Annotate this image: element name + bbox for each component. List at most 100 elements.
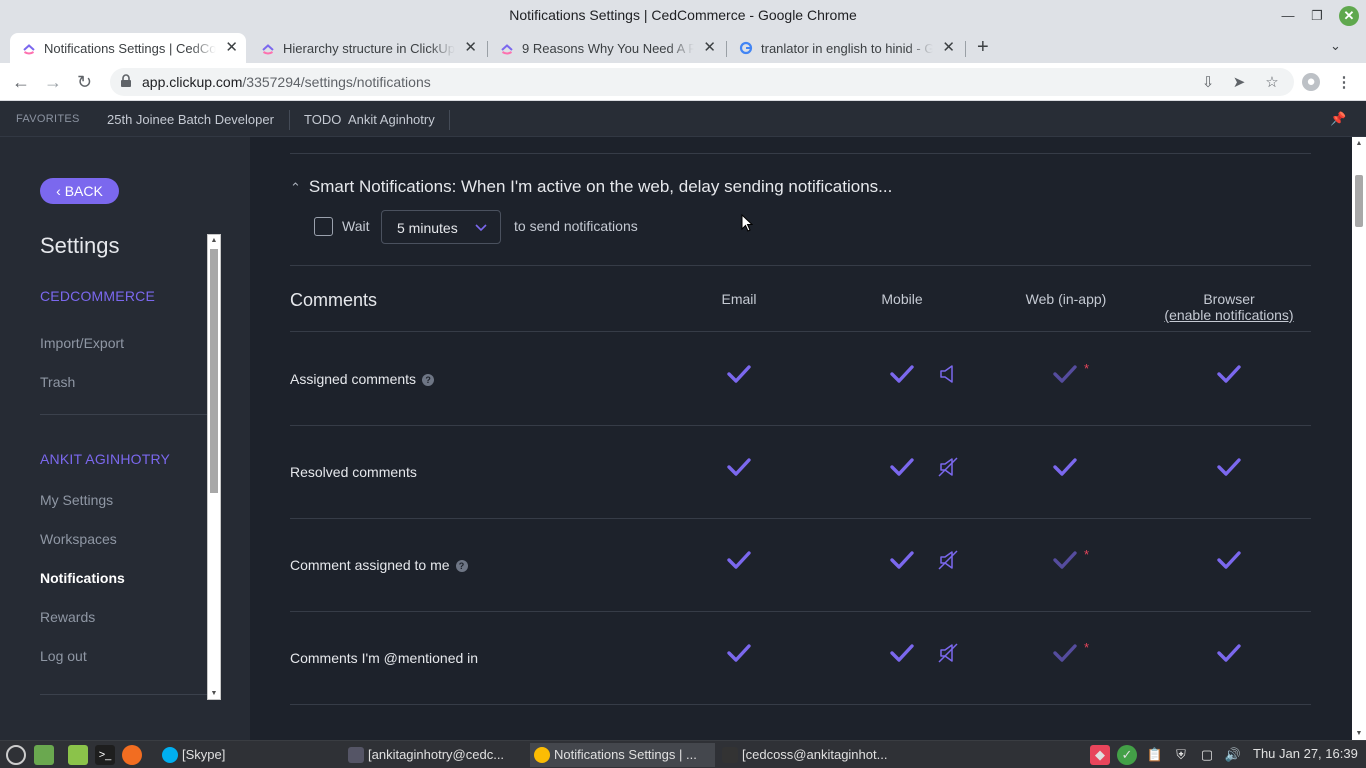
favorite-ankit[interactable]: Ankit Aginhotry (348, 112, 435, 127)
sidebar-item-my-settings[interactable]: My Settings (40, 492, 113, 508)
checkmark-icon[interactable] (1216, 363, 1242, 385)
back-arrow-icon[interactable]: ← (12, 72, 30, 93)
wait-checkbox[interactable] (314, 217, 333, 236)
firefox-icon[interactable] (122, 745, 142, 765)
delay-select[interactable]: 5 minutes (381, 210, 501, 244)
start-menu-icon[interactable] (6, 745, 26, 765)
checkmark-icon[interactable] (1216, 456, 1242, 478)
new-tab-button[interactable]: + (977, 36, 989, 59)
favorite-batch-developer[interactable]: 25th Joinee Batch Developer (107, 112, 274, 127)
window-tray-icon[interactable]: ▢ (1197, 745, 1217, 765)
muted-speaker-icon[interactable] (938, 550, 958, 570)
checkmark-icon[interactable] (1052, 549, 1078, 571)
checkmark-icon[interactable] (726, 642, 752, 664)
maximize-button[interactable]: ❐ (1307, 6, 1327, 26)
checkmark-icon[interactable] (889, 456, 915, 478)
close-window-button[interactable]: ✕ (1339, 6, 1359, 26)
help-icon[interactable]: ? (455, 560, 468, 573)
required-asterisk-icon: * (1084, 361, 1090, 376)
pin-icon[interactable]: 📌 (1330, 111, 1346, 127)
forward-arrow-icon[interactable]: → (44, 72, 62, 93)
tab-hierarchy-structure[interactable]: Hierarchy structure in ClickUp ✕ (249, 33, 485, 63)
back-button[interactable]: ‹ BACK (40, 178, 119, 204)
reload-icon[interactable]: ↻ (77, 72, 92, 93)
checkmark-icon[interactable] (1052, 642, 1078, 664)
sidebar-title: Settings (40, 233, 120, 258)
file-manager-icon[interactable] (68, 745, 88, 765)
checkmark-icon[interactable] (726, 363, 752, 385)
page-scrollbar[interactable]: ▲ ▼ (1352, 137, 1366, 740)
tab-search-chevron-icon[interactable]: ⌄ (1330, 38, 1341, 54)
checkmark-icon[interactable] (726, 456, 752, 478)
column-email: Email (721, 291, 757, 307)
muted-speaker-icon[interactable] (938, 457, 958, 477)
close-tab-icon[interactable]: ✕ (942, 38, 955, 56)
more-menu-icon[interactable]: ⋮ (1335, 73, 1353, 91)
anydesk-tray-icon[interactable]: ◆ (1090, 745, 1110, 765)
speaker-icon[interactable] (938, 364, 958, 384)
scrollbar-thumb[interactable] (1355, 175, 1363, 227)
checkmark-icon[interactable] (1216, 549, 1242, 571)
checkmark-icon[interactable] (889, 363, 915, 385)
sidebar-item-workspaces[interactable]: Workspaces (40, 531, 117, 547)
clipboard-tray-icon[interactable]: 📋 (1145, 745, 1165, 765)
update-check-tray-icon[interactable]: ✓ (1117, 745, 1137, 765)
scroll-up-arrow-icon[interactable]: ▲ (1352, 140, 1366, 147)
send-icon[interactable]: ➤ (1230, 73, 1248, 91)
checkmark-icon[interactable] (726, 549, 752, 571)
minimize-button[interactable]: — (1278, 6, 1298, 26)
close-tab-icon[interactable]: ✕ (225, 38, 238, 56)
bookmark-star-icon[interactable]: ☆ (1263, 73, 1281, 91)
shield-tray-icon[interactable]: ⛨ (1171, 745, 1191, 765)
taskbar-window-chrome[interactable]: Notifications Settings | ... (530, 743, 715, 767)
sidebar-item-rewards[interactable]: Rewards (40, 609, 95, 625)
checkmark-icon[interactable] (889, 549, 915, 571)
taskbar-window-terminal-1[interactable]: [ankitaginhotry@cedc... (344, 743, 524, 767)
volume-tray-icon[interactable]: 🔊 (1223, 745, 1243, 765)
terminal-icon (722, 747, 738, 763)
close-tab-icon[interactable]: ✕ (464, 38, 477, 56)
address-bar[interactable]: app.clickup.com/3357294/settings/notific… (110, 68, 1294, 96)
taskbar-window-terminal-2[interactable]: [cedcoss@ankitaginhot... (718, 743, 903, 767)
sidebar-scrollbar[interactable]: ▲ ▼ (207, 234, 221, 700)
row-label: Comment assigned to me? (290, 557, 468, 573)
favorite-todo[interactable]: TODO (304, 112, 341, 127)
sidebar-item-trash[interactable]: Trash (40, 374, 75, 390)
taskbar-window-skype[interactable]: [Skype] (158, 743, 338, 767)
scroll-up-arrow-icon[interactable]: ▲ (208, 237, 220, 244)
favorites-label: FAVORITES (16, 113, 80, 125)
sidebar-item-import-export[interactable]: Import/Export (40, 335, 124, 351)
smart-notifications-heading[interactable]: ⌃ Smart Notifications: When I'm active on… (290, 177, 892, 197)
enable-notifications-link[interactable]: (enable notifications) (1149, 307, 1309, 323)
tab-label: 9 Reasons Why You Need A Pr (522, 41, 694, 56)
checkmark-icon[interactable] (1216, 642, 1242, 664)
sidebar-item-notifications[interactable]: Notifications (40, 570, 125, 586)
close-tab-icon[interactable]: ✕ (703, 38, 716, 56)
scroll-down-arrow-icon[interactable]: ▼ (208, 690, 220, 697)
notifications-panel: ⌃ Smart Notifications: When I'm active on… (250, 137, 1352, 740)
tab-google-translator[interactable]: tranlator in english to hinid - Google ✕ (727, 33, 963, 63)
checkmark-icon[interactable] (1052, 456, 1078, 478)
row-label: Resolved comments (290, 464, 417, 480)
tab-strip: Notifications Settings | CedCommerce ✕ H… (0, 31, 1366, 63)
profile-avatar-icon[interactable]: ● (1302, 73, 1320, 91)
tab-separator (965, 41, 966, 57)
install-app-icon[interactable]: ⇩ (1199, 73, 1217, 91)
url-host: app.clickup.com (142, 74, 243, 90)
row-label-text: Resolved comments (290, 464, 417, 480)
tab-notifications-settings[interactable]: Notifications Settings | CedCommerce ✕ (10, 33, 246, 63)
chevron-up-icon[interactable]: ⌃ (290, 180, 301, 195)
sidebar-item-log-out[interactable]: Log out (40, 648, 87, 664)
scrollbar-thumb[interactable] (210, 249, 218, 493)
show-desktop-icon[interactable] (34, 745, 54, 765)
checkmark-icon[interactable] (889, 642, 915, 664)
scroll-down-arrow-icon[interactable]: ▼ (1352, 730, 1366, 737)
tab-label: tranlator in english to hinid - Google (761, 41, 933, 56)
checkmark-icon[interactable] (1052, 363, 1078, 385)
tab-9-reasons[interactable]: 9 Reasons Why You Need A Pr ✕ (488, 33, 724, 63)
terminal-icon[interactable]: >_ (95, 745, 115, 765)
help-icon[interactable]: ? (422, 374, 435, 387)
system-clock[interactable]: Thu Jan 27, 16:39 (1253, 746, 1358, 761)
browser-toolbar: ← → ↻ app.clickup.com/3357294/settings/n… (0, 63, 1366, 101)
muted-speaker-icon[interactable] (938, 643, 958, 663)
